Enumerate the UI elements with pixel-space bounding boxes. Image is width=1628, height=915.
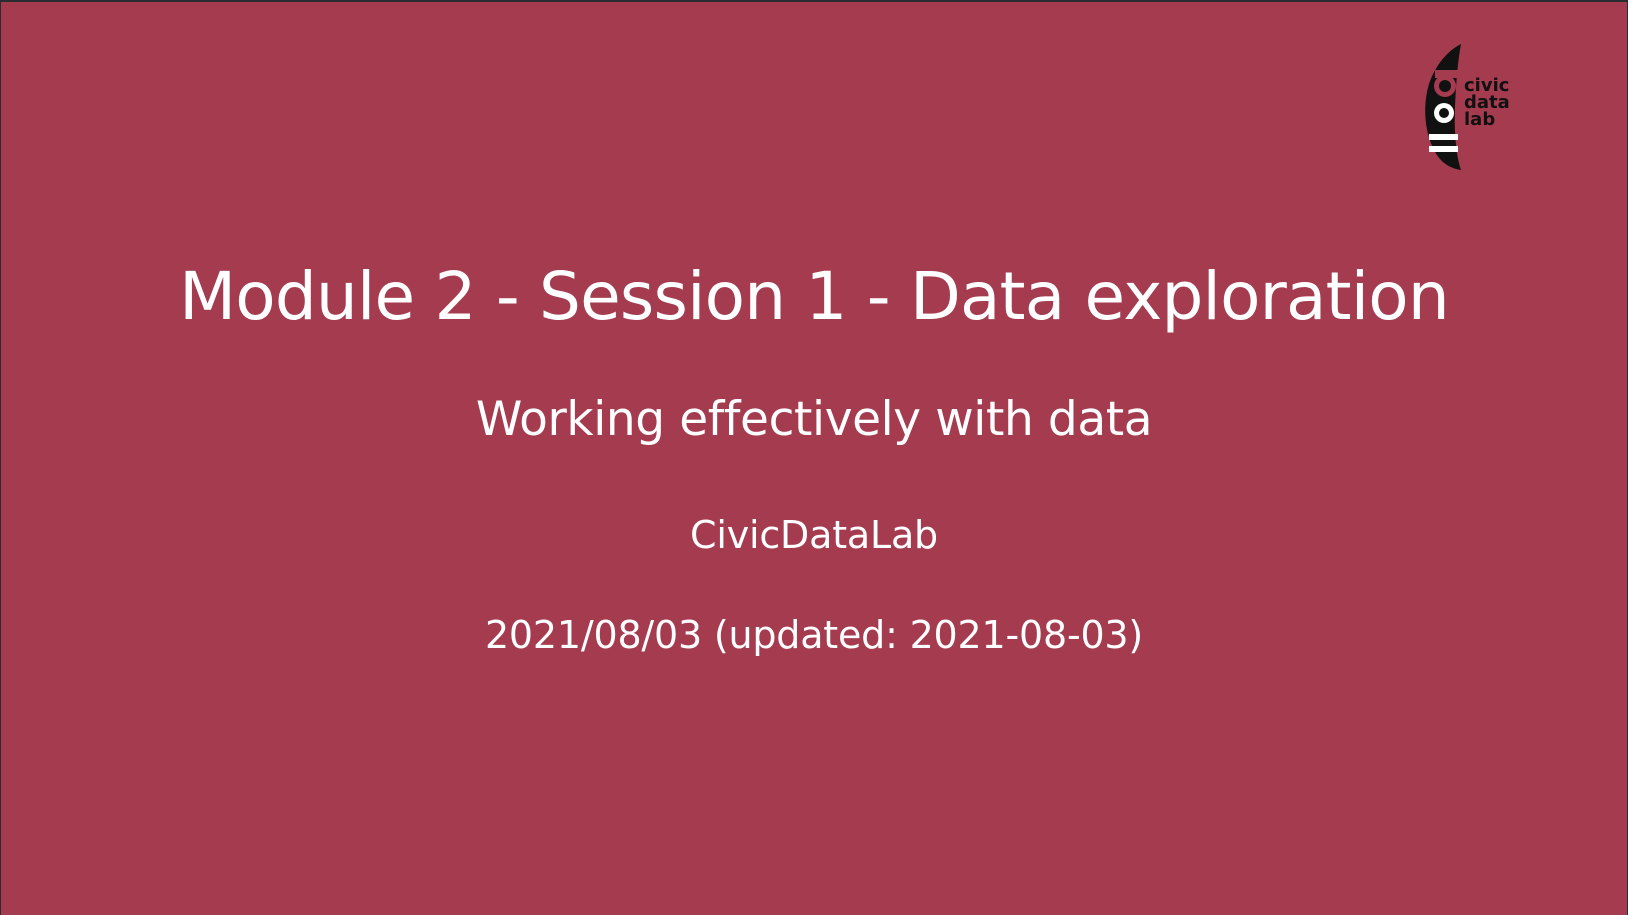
slide-title: Module 2 - Session 1 - Data exploration — [179, 258, 1450, 335]
slide-date: 2021/08/03 (updated: 2021-08-03) — [484, 613, 1144, 657]
slide-author: CivicDataLab — [690, 513, 938, 557]
slide-subtitle: Working effectively with data — [475, 392, 1153, 447]
slide-title-block: Module 2 - Session 1 - Data exploration … — [1, 2, 1627, 915]
title-slide: civic data lab Module 2 - Session 1 - Da… — [0, 0, 1628, 915]
